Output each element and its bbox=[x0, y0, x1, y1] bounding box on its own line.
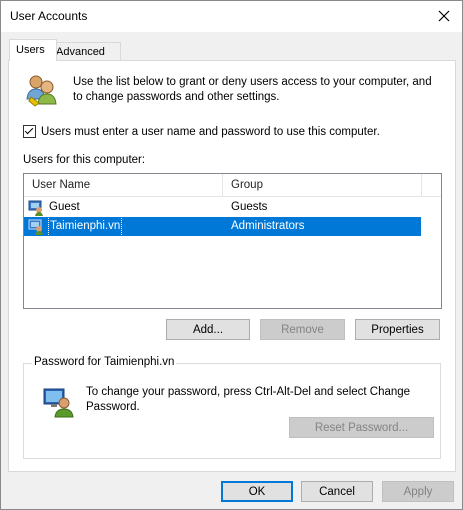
apply-button[interactable]: Apply bbox=[382, 481, 454, 502]
title-bar[interactable]: User Accounts bbox=[1, 1, 462, 32]
column-user-name[interactable]: User Name bbox=[24, 174, 223, 196]
users-list-label: Users for this computer: bbox=[23, 154, 146, 166]
password-instructions: To change your password, press Ctrl-Alt-… bbox=[86, 386, 411, 413]
add-button[interactable]: Add... bbox=[166, 319, 250, 340]
ok-button[interactable]: OK bbox=[221, 481, 293, 502]
user-name-cell: Guest bbox=[49, 201, 80, 213]
user-computer-icon bbox=[42, 386, 74, 421]
user-name-cell: Taimienphi.vn bbox=[47, 216, 123, 237]
remove-button[interactable]: Remove bbox=[260, 319, 345, 340]
checkbox-label: Users must enter a user name and passwor… bbox=[41, 125, 380, 138]
users-icon bbox=[25, 73, 59, 110]
user-icon bbox=[28, 219, 44, 242]
user-group-cell: Administrators bbox=[231, 220, 305, 232]
properties-button[interactable]: Properties bbox=[355, 319, 440, 340]
column-group[interactable]: Group bbox=[223, 174, 422, 196]
list-item[interactable]: Taimienphi.vn Administrators bbox=[24, 216, 421, 237]
reset-password-button[interactable]: Reset Password... bbox=[289, 417, 434, 438]
password-groupbox: Password for Taimienphi.vn To change you… bbox=[23, 356, 441, 459]
window-title: User Accounts bbox=[10, 9, 88, 23]
users-listview[interactable]: User Name Group Guest Guests Taimienphi.… bbox=[23, 173, 442, 309]
user-accounts-window: User Accounts Users Advanced Use the lis… bbox=[0, 0, 463, 510]
user-group-cell: Guests bbox=[231, 201, 268, 213]
checkbox-box[interactable] bbox=[23, 125, 36, 138]
close-icon[interactable] bbox=[432, 4, 456, 28]
list-item[interactable]: Guest Guests bbox=[24, 198, 421, 217]
tab-advanced[interactable]: Advanced bbox=[49, 42, 121, 61]
intro-text: Use the list below to grant or deny user… bbox=[73, 76, 432, 103]
password-group-title: Password for Taimienphi.vn bbox=[32, 356, 177, 368]
cancel-button[interactable]: Cancel bbox=[301, 481, 373, 502]
tab-users[interactable]: Users bbox=[9, 39, 57, 61]
users-tab-panel: Use the list below to grant or deny user… bbox=[8, 60, 456, 472]
listview-header: User Name Group bbox=[24, 174, 441, 197]
require-login-checkbox[interactable]: Users must enter a user name and passwor… bbox=[23, 125, 380, 138]
